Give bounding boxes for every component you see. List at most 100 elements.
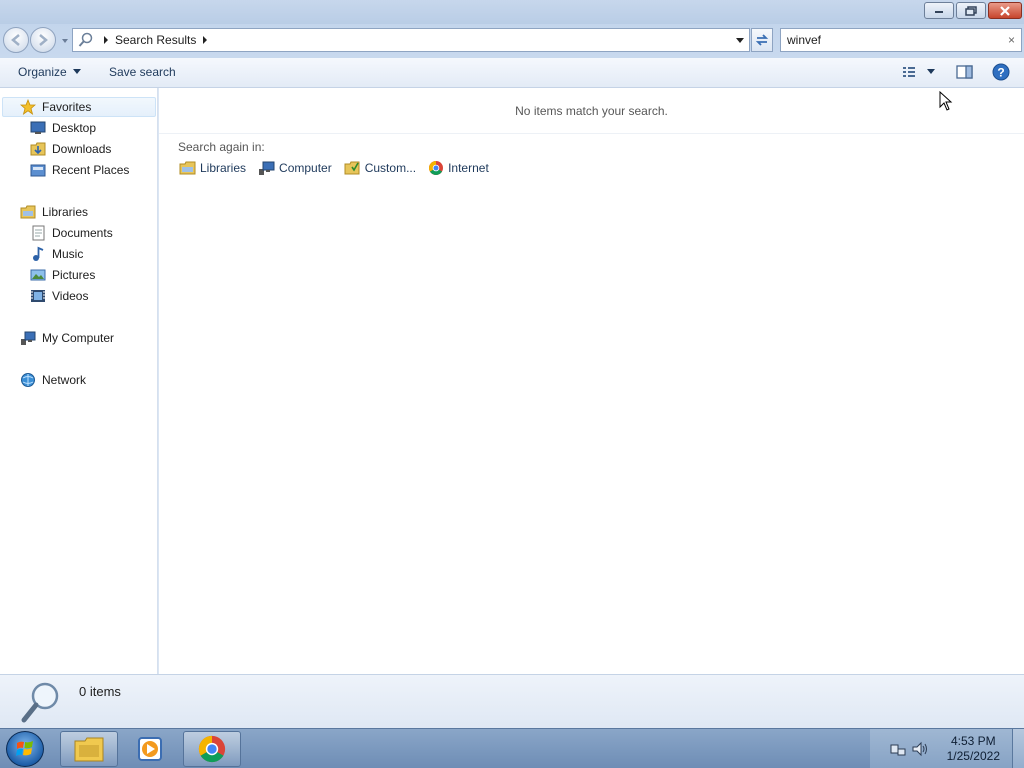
no-results-message: No items match your search. [159, 88, 1024, 134]
back-arrow-icon [11, 34, 20, 46]
media-player-icon [138, 737, 162, 761]
libraries-icon [179, 161, 196, 175]
close-button[interactable] [988, 2, 1022, 19]
volume-icon[interactable] [912, 741, 930, 757]
organize-label: Organize [18, 65, 67, 79]
results-area: No items match your search. Search again… [159, 88, 1024, 674]
svg-text:?: ? [997, 66, 1004, 80]
chevron-down-icon [72, 69, 81, 74]
taskbar: 4:53 PM 1/25/2022 [0, 728, 1024, 768]
custom-folder-icon [344, 161, 360, 175]
nav-my-computer-label: My Computer [42, 331, 115, 345]
search-again-libraries[interactable]: Libraries [179, 160, 246, 176]
organize-button[interactable]: Organize [18, 65, 81, 79]
breadcrumb-chevron-icon[interactable] [202, 36, 208, 44]
save-search-button[interactable]: Save search [109, 65, 176, 79]
show-desktop-button[interactable] [1012, 729, 1024, 768]
nav-documents-label: Documents [52, 226, 113, 240]
search-input[interactable]: winvef × [780, 28, 1022, 52]
nav-desktop[interactable]: Desktop [30, 118, 96, 138]
item-count: 0 items [79, 684, 121, 699]
nav-network-label: Network [42, 373, 87, 387]
refresh-icon [755, 34, 769, 46]
search-again-libraries-label: Libraries [200, 161, 247, 175]
chrome-icon [198, 735, 226, 763]
clock[interactable]: 4:53 PM 1/25/2022 [947, 734, 1000, 764]
start-button[interactable] [6, 731, 44, 767]
nav-recent-places-label: Recent Places [52, 163, 130, 177]
mouse-cursor-icon [939, 91, 953, 111]
nav-favorites[interactable]: Favorites [2, 97, 156, 117]
windows-logo-icon [16, 741, 33, 756]
downloads-icon [30, 142, 46, 156]
save-search-label: Save search [109, 65, 176, 79]
search-again-list: Libraries Computer Custom... Internet [179, 160, 489, 176]
refresh-button[interactable] [751, 28, 773, 52]
minimize-button[interactable] [924, 2, 954, 19]
nav-documents[interactable]: Documents [30, 223, 113, 243]
chrome-icon [429, 161, 444, 175]
address-bar[interactable]: Search Results [72, 28, 750, 52]
folder-icon [74, 737, 104, 762]
nav-downloads-label: Downloads [52, 142, 112, 156]
minimize-icon [935, 10, 943, 13]
nav-videos[interactable]: Videos [30, 286, 88, 306]
desktop-icon [30, 121, 46, 134]
clock-date: 1/25/2022 [946, 749, 1000, 763]
help-icon[interactable]: ? [992, 63, 1010, 81]
close-icon [1000, 5, 1010, 16]
search-again-custom[interactable]: Custom... [344, 160, 416, 176]
star-icon [20, 99, 36, 115]
recent-pages-dropdown-icon[interactable] [60, 36, 70, 46]
clear-search-icon[interactable]: × [1008, 33, 1015, 47]
videos-icon [31, 290, 45, 302]
recent-places-icon [30, 164, 46, 177]
nav-my-computer[interactable]: My Computer [20, 328, 114, 348]
taskbar-media-player[interactable] [121, 731, 179, 767]
nav-music[interactable]: Music [30, 244, 83, 264]
search-again-internet[interactable]: Internet [428, 160, 489, 176]
command-bar: Organize Save search ? [0, 58, 1024, 88]
title-bar [0, 0, 1024, 24]
view-options-dropdown-icon[interactable] [926, 69, 936, 75]
nav-downloads[interactable]: Downloads [30, 139, 111, 159]
nav-pictures[interactable]: Pictures [30, 265, 95, 285]
taskbar-explorer[interactable] [60, 731, 118, 767]
search-query-text: winvef [787, 33, 822, 47]
nav-recent-places[interactable]: Recent Places [30, 160, 129, 180]
back-button[interactable] [3, 27, 29, 53]
forward-button[interactable] [30, 27, 56, 53]
navigation-pane: Favorites Desktop Downloads Recent Place… [0, 88, 158, 674]
pictures-icon [30, 269, 46, 281]
search-again-computer[interactable]: Computer [258, 160, 332, 176]
details-pane: 0 items [0, 674, 1024, 728]
window-controls [922, 2, 1022, 19]
network-tray-icon[interactable] [890, 741, 906, 757]
restore-button[interactable] [956, 2, 986, 19]
breadcrumb: Search Results [103, 33, 208, 47]
search-again-internet-label: Internet [448, 161, 489, 175]
address-dropdown-icon[interactable] [735, 37, 745, 45]
search-again-computer-label: Computer [279, 161, 332, 175]
breadcrumb-chevron-icon[interactable] [103, 36, 109, 44]
address-row: Search Results winvef × [0, 24, 1024, 58]
nav-favorites-label: Favorites [42, 100, 92, 114]
computer-icon [21, 331, 36, 345]
nav-pictures-label: Pictures [52, 268, 96, 282]
nav-videos-label: Videos [52, 289, 89, 303]
preview-pane-icon[interactable] [956, 64, 974, 80]
breadcrumb-search-results[interactable]: Search Results [115, 33, 196, 47]
libraries-icon [20, 205, 36, 219]
nav-libraries-label: Libraries [42, 205, 89, 219]
nav-desktop-label: Desktop [52, 121, 97, 135]
forward-arrow-icon [39, 34, 48, 46]
clock-time: 4:53 PM [950, 734, 996, 748]
nav-network[interactable]: Network [20, 370, 86, 390]
taskbar-chrome[interactable] [183, 731, 241, 767]
nav-libraries[interactable]: Libraries [20, 202, 88, 222]
music-icon [33, 246, 44, 261]
search-again-label: Search again in: [178, 140, 265, 154]
change-view-icon[interactable] [901, 64, 917, 80]
network-icon [21, 373, 35, 387]
system-tray: 4:53 PM 1/25/2022 [870, 729, 1024, 768]
